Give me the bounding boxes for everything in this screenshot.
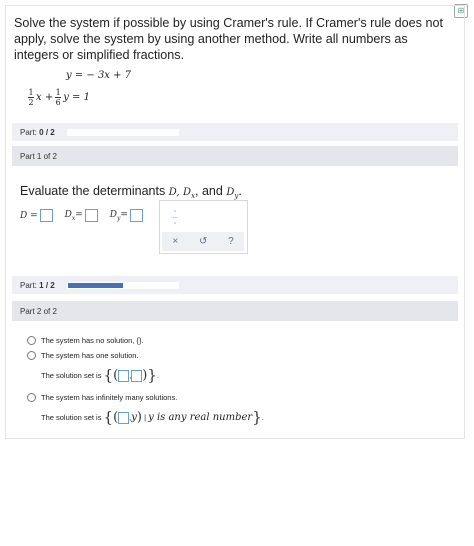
part-progress-bar-2: Part: 1 / 2 — [12, 276, 458, 294]
det-dy: Dy= — [110, 209, 143, 222]
option-infinite[interactable]: The system has infinitely many solutions… — [27, 393, 264, 402]
fraction-one-half: 12 — [28, 88, 34, 107]
evaluate-prompt: Evaluate the determinants D, Dx, and Dy. — [20, 184, 242, 200]
x-value-input[interactable] — [118, 369, 130, 382]
option-one-solution[interactable]: The system has one solution. — [27, 351, 264, 360]
det-dx: Dx= — [65, 209, 98, 222]
clear-icon[interactable]: × — [172, 236, 178, 247]
question-card: Solve the system if possible by using Cr… — [5, 5, 465, 439]
part1-header: Part 1 of 2 — [12, 146, 458, 166]
determinant-inputs: D = Dx= Dy= — [20, 209, 155, 222]
y-value-input[interactable] — [131, 369, 143, 382]
undo-icon[interactable]: ↺ — [199, 236, 207, 247]
part-progress-bar-1: Part: 0 / 2 — [12, 123, 458, 141]
fraction-one-sixth: 16 — [55, 88, 62, 107]
radio-one-solution[interactable] — [27, 351, 36, 360]
math-tool-palette: ▫ ─ ▫ × ↺ ? — [159, 200, 248, 254]
progress-track-2 — [66, 281, 179, 289]
radio-infinite[interactable] — [27, 393, 36, 402]
instructions-text: Solve the system if possible by using Cr… — [14, 16, 443, 62]
one-solution-set: The solution set is {( , )} . — [41, 366, 159, 384]
dx-input[interactable] — [84, 209, 98, 222]
d-input[interactable] — [39, 209, 53, 222]
tool-actions: × ↺ ? — [162, 232, 244, 251]
help-icon[interactable]: ? — [228, 236, 234, 247]
option-no-solution[interactable]: The system has no solution, {}. — [27, 336, 264, 345]
det-d: D = — [20, 209, 53, 222]
progress-track-1 — [66, 128, 179, 136]
dy-input[interactable] — [129, 209, 143, 222]
equation-2: 12 x + 16 y = 1 — [28, 88, 90, 107]
x-expression-input[interactable] — [118, 411, 130, 424]
answer-options: The system has no solution, {}. The syst… — [27, 336, 264, 435]
part2-header: Part 2 of 2 — [12, 301, 458, 321]
equation-1: y = − 3x + 7 — [66, 70, 132, 81]
infinite-solution-set: The solution set is {( ,y ) | y is any r… — [41, 408, 264, 426]
radio-no-solution[interactable] — [27, 336, 36, 345]
fraction-tool-icon[interactable]: ▫ ─ ▫ — [171, 209, 179, 227]
